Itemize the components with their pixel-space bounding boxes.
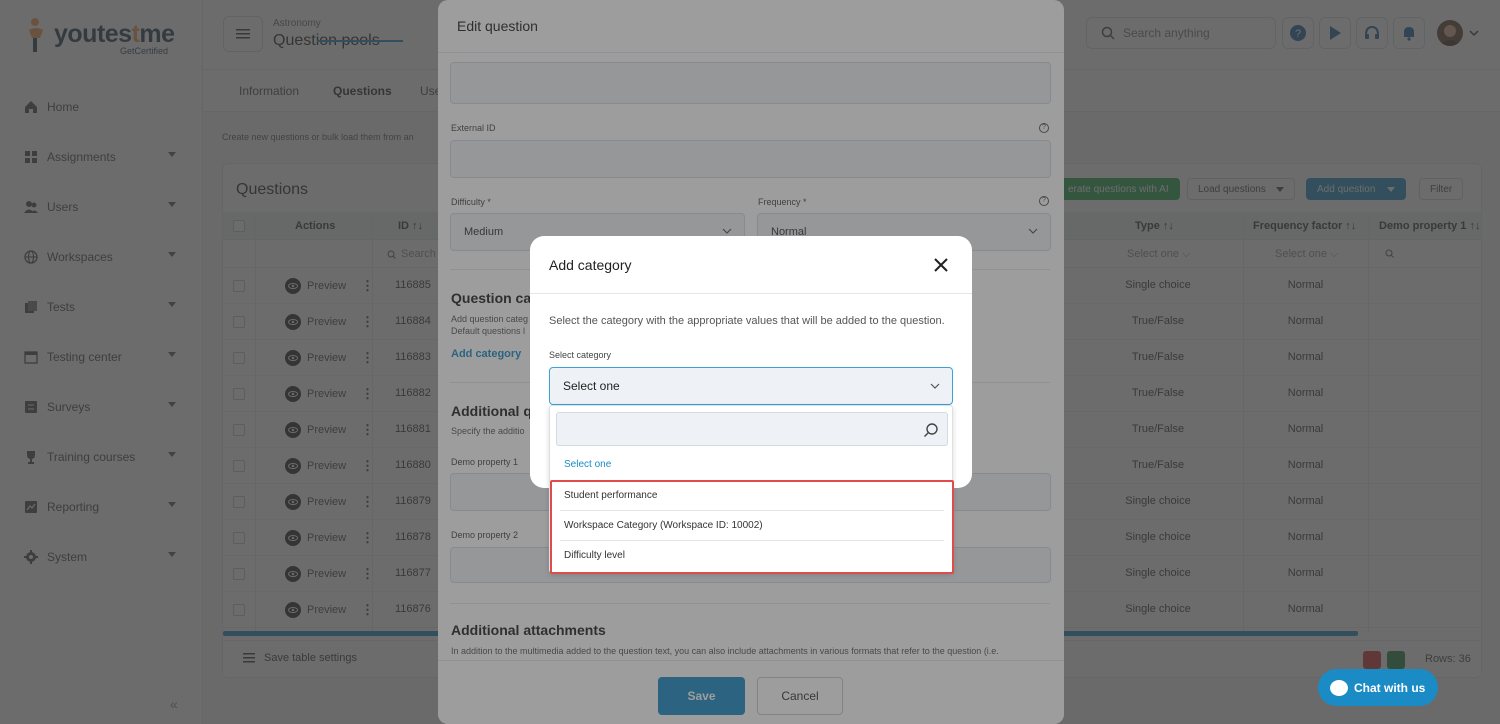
- dropdown-option[interactable]: Difficulty level: [564, 550, 625, 561]
- modal-title: Add category: [549, 257, 632, 273]
- modal-description: Select the category with the appropriate…: [549, 315, 945, 327]
- select-category-label: Select category: [549, 350, 612, 360]
- chat-button[interactable]: Chat with us: [1318, 669, 1438, 706]
- chevron-down-icon: [930, 383, 940, 389]
- modal-header: Add category: [530, 236, 972, 294]
- search-icon: [924, 423, 938, 437]
- dropdown-option[interactable]: Student performance: [564, 490, 657, 501]
- close-icon[interactable]: [932, 256, 950, 274]
- dropdown-search-input[interactable]: [556, 412, 948, 446]
- category-dropdown: Select one Student performance Workspace…: [549, 405, 954, 574]
- dropdown-option-placeholder[interactable]: Select one: [564, 459, 611, 470]
- dropdown-option[interactable]: Workspace Category (Workspace ID: 10002): [564, 520, 763, 531]
- chat-label: Chat with us: [1354, 680, 1426, 695]
- category-select[interactable]: Select one: [549, 367, 953, 405]
- chat-bubble-icon: [1330, 679, 1348, 696]
